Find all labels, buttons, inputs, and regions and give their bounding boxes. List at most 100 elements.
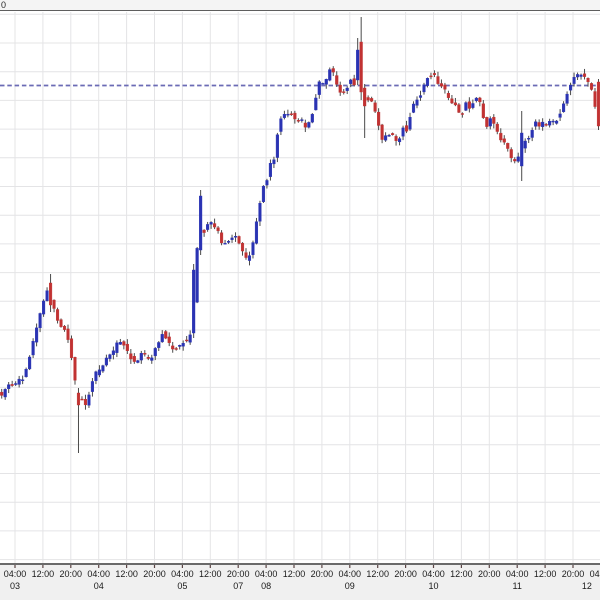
candle-body-bear [446, 93, 450, 98]
candle-body-bull [251, 242, 255, 255]
candle-body-bull [108, 354, 112, 359]
candle-body-bull [192, 269, 196, 334]
candle-body-bear [59, 319, 63, 327]
candle-body-bear [352, 78, 356, 86]
candle-body-bull [17, 378, 21, 385]
grid [0, 12, 600, 563]
candle-body-bear [495, 123, 499, 132]
candle-body-bull [530, 130, 534, 138]
time-label: 20:00 [562, 569, 585, 579]
candle-body-bear [467, 101, 471, 109]
candle-body-bear [335, 75, 339, 85]
candle-body-bull [523, 140, 527, 149]
time-label: 20:00 [478, 569, 501, 579]
candle-body-bull [258, 202, 262, 222]
time-label: 04:00 [255, 569, 278, 579]
candle-body-bear [432, 73, 437, 75]
candle-body-bear [213, 223, 217, 228]
candle-body-bull [310, 114, 314, 123]
candle-body-bear [391, 133, 395, 135]
candle-body-bear [49, 282, 53, 306]
candle-body-bear [582, 73, 587, 77]
candle-body-bull [223, 243, 227, 245]
candle-body-bull [422, 84, 426, 93]
candle-body-bull [534, 121, 538, 127]
candle-body-bear [589, 83, 594, 90]
candle-body-bull [265, 180, 269, 186]
time-label: 12:00 [366, 569, 389, 579]
candle-body-bear [296, 120, 300, 122]
candle-body-bull [541, 121, 545, 127]
candle-body-bull [384, 135, 388, 141]
candlestick-chart-canvas[interactable]: 04:00 03 12:00 20:00 04:00 04 12:00 20:00 04:00 0… [0, 0, 600, 600]
chart-title-fragment: 0 [1, 0, 7, 10]
date-label: 09 [345, 581, 355, 591]
candle-body-bull [272, 159, 276, 165]
candle-body-bear [509, 149, 513, 159]
candle-body-bull [226, 241, 231, 243]
candle-body-bull [558, 113, 562, 118]
candle-body-bull [345, 87, 349, 91]
candle-body-bear [167, 336, 171, 343]
candle-body-bear [342, 91, 346, 93]
time-label: 20:00 [60, 569, 83, 579]
candle-body-bear [202, 229, 206, 233]
candle-body-bear [293, 112, 297, 120]
candle-body-bull [139, 353, 143, 361]
candle-body-bull [111, 350, 115, 355]
candle-body-bear [171, 345, 175, 350]
candle-body-bull [527, 138, 531, 140]
candle-body-bull [282, 114, 286, 118]
candle-body-bull [115, 342, 119, 353]
candle-body-bull [42, 300, 46, 315]
time-label: 12:00 [283, 569, 306, 579]
candle-body-bear [404, 125, 409, 132]
time-label: 04:00 [339, 569, 362, 579]
candle-body-bear [460, 113, 464, 115]
candle-body-bear [513, 159, 517, 162]
candle-body-bull [356, 49, 360, 81]
candle-body-bull [254, 221, 259, 244]
candle-body-bear [237, 236, 241, 244]
candle-body-bull [464, 102, 468, 111]
candle-body-bull [418, 95, 423, 98]
candle-body-bull [516, 156, 520, 162]
candle-body-bull [90, 381, 94, 392]
candle-body-bull [247, 255, 252, 261]
candle-body-bull [268, 163, 272, 177]
candle-body-bull [209, 222, 213, 225]
date-label: 05 [177, 581, 187, 591]
candle-body-bull [286, 113, 290, 116]
candle-body-bull [398, 138, 402, 143]
candle-body-bear [69, 338, 74, 358]
candle-body-bull [136, 360, 140, 363]
candle-body-bull [576, 74, 580, 78]
candle-body-bear [586, 78, 590, 83]
candle-body-bull [195, 248, 199, 303]
candle-body-bear [366, 97, 370, 101]
candle-body-bull [314, 97, 318, 111]
time-label: 04:00 [171, 569, 194, 579]
date-label: 04 [94, 581, 104, 591]
candle-body-bull [233, 236, 238, 238]
candle-body-bull [572, 77, 576, 84]
candle-body-bear [377, 111, 381, 126]
candle-body-bull [279, 118, 283, 132]
candle-body-bear [544, 124, 548, 126]
candle-body-bear [143, 353, 147, 355]
candle-body-bull [307, 122, 311, 128]
candle-body-bull [415, 99, 419, 106]
candle-body-bull [45, 290, 49, 302]
candle-body-bull [520, 132, 524, 167]
candle-body-bear [338, 84, 342, 93]
time-label: 04:00 [87, 569, 110, 579]
chart-window: 04:00 03 12:00 20:00 04:00 04 12:00 20:00 04:00 0… [0, 0, 600, 600]
candle-body-bull [408, 116, 412, 130]
date-label: 07 [233, 581, 243, 591]
candle-body-bull [349, 79, 353, 84]
candle-body-bear [380, 124, 384, 140]
candle-body-bear [216, 227, 220, 232]
candle-body-bull [104, 357, 108, 366]
time-label: 12:00 [199, 569, 222, 579]
candle-body-bear [359, 41, 363, 93]
